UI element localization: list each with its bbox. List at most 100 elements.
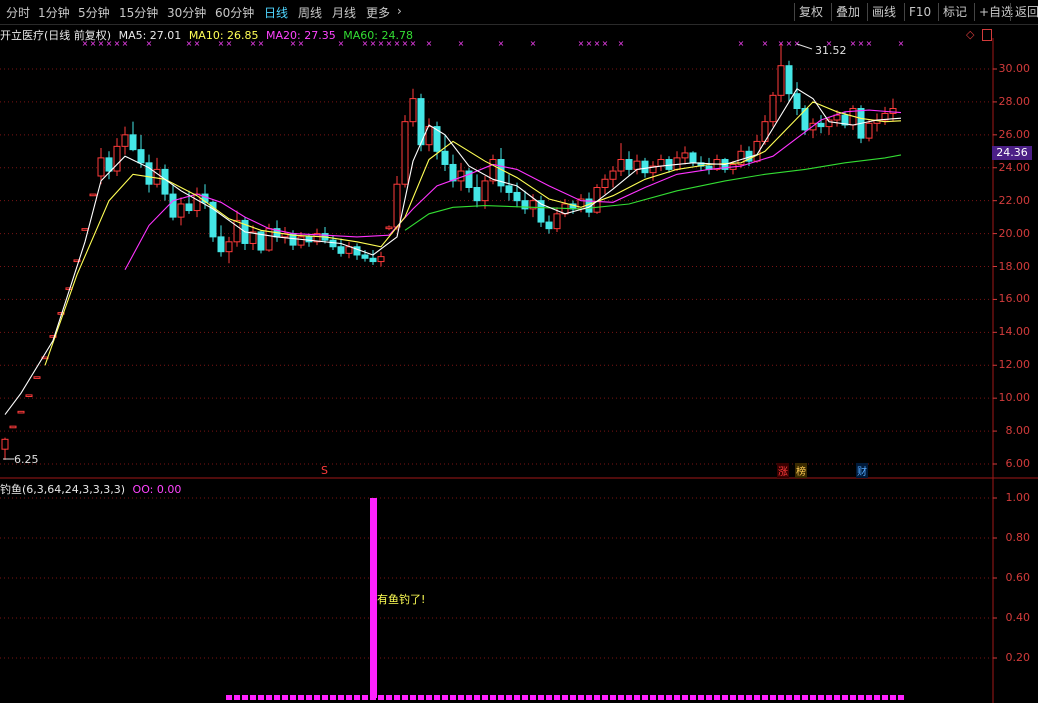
signal-x-mark: × [290, 39, 297, 48]
signal-x-mark: × [410, 39, 417, 48]
indicator-baseline-mark [722, 695, 728, 700]
candle-body [441, 150, 449, 165]
signal-x-mark: × [146, 39, 153, 48]
s-marker[interactable]: S [321, 464, 328, 477]
signal-x-mark: × [794, 39, 801, 48]
candle-body [17, 410, 25, 414]
indicator-baseline-mark [634, 695, 640, 700]
signal-x-mark: × [394, 39, 401, 48]
price-tick-label: 14.00 [998, 325, 1031, 339]
indicator-baseline-mark [466, 695, 472, 700]
signal-x-mark: × [186, 39, 193, 48]
signal-x-mark: × [530, 39, 537, 48]
signal-x-mark: × [850, 39, 857, 48]
ranking-marker[interactable]: 榜 [795, 463, 807, 478]
indicator-baseline-mark [522, 695, 528, 700]
indicator-baseline-mark [658, 695, 664, 700]
indicator-baseline-mark [866, 695, 872, 700]
indicator-baseline-mark [826, 695, 832, 700]
candle-body [633, 160, 641, 170]
indicator-baseline-mark [330, 695, 336, 700]
indicator-baseline-mark [754, 695, 760, 700]
indicator-baseline-mark [666, 695, 672, 700]
candle-body [337, 246, 345, 254]
signal-x-mark: × [106, 39, 113, 48]
signal-x-mark: × [338, 39, 345, 48]
indicator-baseline-mark [802, 695, 808, 700]
price-tick-label: 20.00 [998, 226, 1031, 240]
signal-x-mark: × [498, 39, 505, 48]
candle-body [81, 228, 89, 231]
candle-body [297, 236, 305, 246]
candle-body [345, 246, 353, 254]
signal-x-mark: × [378, 39, 385, 48]
indicator-baseline-mark [346, 695, 352, 700]
limit-up-marker[interactable]: 涨 [777, 463, 789, 478]
indicator-baseline-mark [698, 695, 704, 700]
indicator-baseline-mark [410, 695, 416, 700]
indicator-baseline-mark [834, 695, 840, 700]
signal-x-mark: × [578, 39, 585, 48]
indicator-baseline-mark [602, 695, 608, 700]
candle-body [305, 236, 313, 243]
signal-x-mark: × [858, 39, 865, 48]
indicator-baseline-mark [562, 695, 568, 700]
signal-x-mark: × [362, 39, 369, 48]
candle-body [217, 236, 225, 253]
candlesticks [1, 43, 897, 460]
candle-body [9, 425, 17, 429]
indicator-name: 钓鱼(6,3,64,24,3,3,3,3) [0, 483, 126, 496]
indicator-baseline-mark [738, 695, 744, 700]
indicator-baseline-mark [578, 695, 584, 700]
candle-body [401, 121, 409, 185]
candle-body [377, 256, 385, 263]
price-annotations [3, 43, 813, 460]
indicator-value: OO: 0.00 [132, 483, 182, 496]
indicator-baseline-mark [514, 695, 520, 700]
price-tick-label: 8.00 [1005, 424, 1031, 438]
price-tick-label: 30.00 [998, 62, 1031, 75]
signal-x-mark: × [586, 39, 593, 48]
candle-body [521, 200, 529, 210]
candle-body [545, 221, 553, 230]
signal-x-mark: × [250, 39, 257, 48]
indicator-baseline-mark [426, 695, 432, 700]
indicator-baseline-mark [554, 695, 560, 700]
indicator-baseline-mark [618, 695, 624, 700]
indicator-baseline-mark [778, 695, 784, 700]
candle-body [513, 191, 521, 202]
indicator-baseline-mark [682, 695, 688, 700]
indicator-baseline-mark [298, 695, 304, 700]
price-tick-label: 26.00 [998, 127, 1031, 141]
indicator-baseline-mark [730, 695, 736, 700]
candle-body [553, 213, 561, 230]
candle-body [361, 254, 369, 259]
candle-body [65, 287, 73, 291]
indicator-tick-label: 0.40 [1005, 611, 1031, 624]
indicator-baseline-mark [362, 695, 368, 700]
price-tick-label: 12.00 [998, 358, 1031, 372]
kline-chart[interactable]: × × × × × × × × × × × × × × × × × × × × × × × × × × × × × × × × × × × × × × × ×… [0, 0, 1038, 703]
indicator-tick-label: 0.60 [1005, 571, 1031, 584]
signal-x-mark: × [458, 39, 465, 48]
indicator-baseline-mark [530, 695, 536, 700]
candle-body [105, 157, 113, 172]
signal-x-mark: × [114, 39, 121, 48]
indicator-baseline-mark [898, 695, 904, 700]
candle-body [1, 438, 9, 450]
candle-body [137, 149, 145, 164]
indicator-tick-label: 0.80 [1005, 531, 1031, 544]
indicator-baseline-mark [290, 695, 296, 700]
signal-x-mark: × [370, 39, 377, 48]
indicator-baseline-mark [274, 695, 280, 700]
candle-body [185, 203, 193, 212]
candle-body [481, 180, 489, 202]
signal-x-mark: × [226, 39, 233, 48]
indicator-baseline-mark [458, 695, 464, 700]
candle-body [97, 157, 105, 177]
candle-body [393, 183, 401, 228]
indicator-baseline-mark [242, 695, 248, 700]
price-grid [0, 38, 1038, 703]
indicator-baseline-mark [818, 695, 824, 700]
financial-marker[interactable]: 财 [856, 463, 868, 478]
